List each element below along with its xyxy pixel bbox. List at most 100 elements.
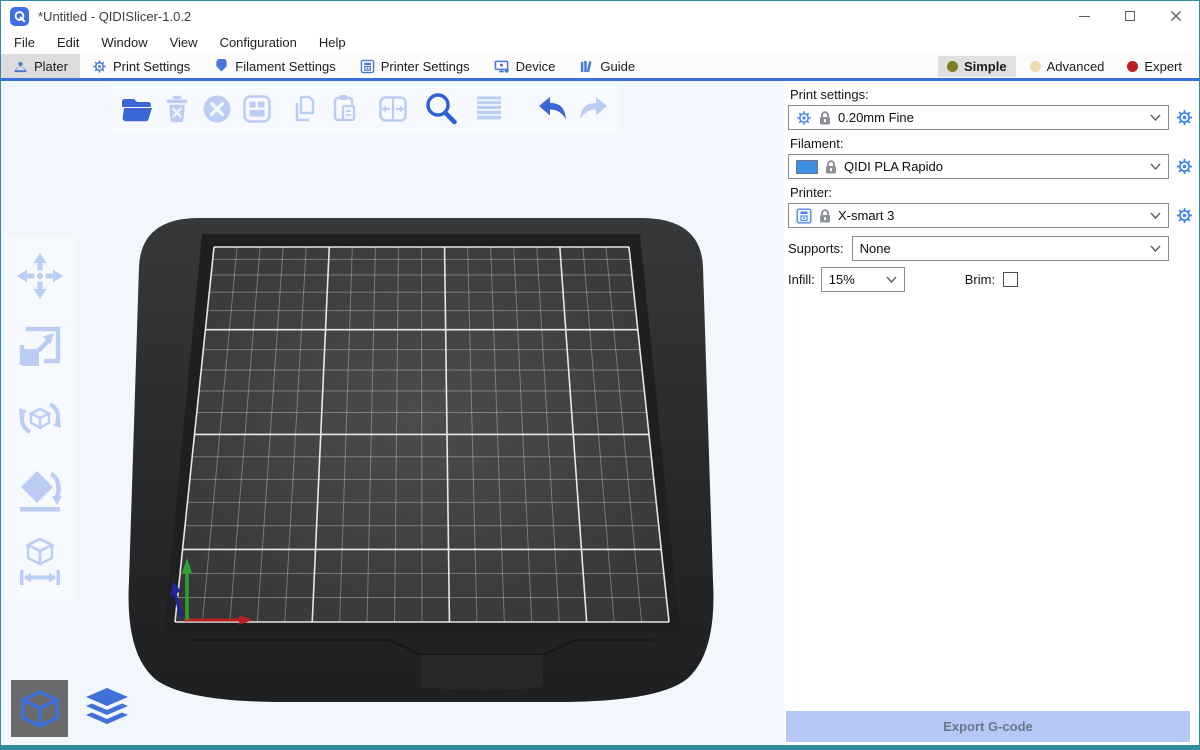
filament-color-swatch xyxy=(796,160,818,174)
preset-gear-icon xyxy=(796,110,812,126)
search-icon xyxy=(421,89,461,129)
move-button[interactable] xyxy=(12,248,68,304)
guide-books-icon xyxy=(579,59,594,74)
supports-label: Supports: xyxy=(788,241,844,256)
edit-printer-button[interactable] xyxy=(1169,207,1193,224)
arrange-button[interactable] xyxy=(237,88,277,130)
variable-layer-height-button[interactable] xyxy=(469,88,509,130)
infill-combo[interactable]: 15% xyxy=(821,267,905,292)
paste-button[interactable] xyxy=(325,88,365,130)
filament-value: QIDI PLA Rapido xyxy=(844,159,943,174)
tab-filament-settings[interactable]: Filament Settings xyxy=(202,54,347,78)
app-logo-icon xyxy=(10,7,29,26)
minimize-button[interactable] xyxy=(1061,1,1107,31)
mode-advanced[interactable]: Advanced xyxy=(1021,56,1114,77)
3d-viewport[interactable] xyxy=(1,81,784,745)
place-on-face-icon xyxy=(14,463,66,515)
split-button[interactable] xyxy=(373,88,413,130)
tab-guide[interactable]: Guide xyxy=(567,54,647,78)
infill-value: 15% xyxy=(829,272,855,287)
menu-file[interactable]: File xyxy=(3,35,46,50)
3d-editor-view-button[interactable] xyxy=(11,680,68,737)
mode-simple[interactable]: Simple xyxy=(938,56,1016,77)
chevron-down-icon xyxy=(1150,245,1161,252)
paste-icon xyxy=(327,91,363,127)
redo-icon xyxy=(573,91,613,127)
printer-combo[interactable]: X-smart 3 xyxy=(788,203,1169,228)
rotate-button[interactable] xyxy=(12,390,68,446)
tab-label: Device xyxy=(516,59,556,74)
filament-icon xyxy=(214,59,229,74)
export-gcode-button[interactable]: Export G-code xyxy=(786,711,1190,742)
layer-height-icon xyxy=(471,91,507,127)
mode-dot xyxy=(1030,61,1041,72)
open-button[interactable] xyxy=(117,88,157,130)
chevron-down-icon xyxy=(886,276,897,283)
delete-button[interactable] xyxy=(157,88,197,130)
open-folder-icon xyxy=(118,91,156,127)
menu-view[interactable]: View xyxy=(159,35,209,50)
build-plate[interactable] xyxy=(1,81,784,745)
scale-button[interactable] xyxy=(12,319,68,375)
tab-plater[interactable]: Plater xyxy=(1,54,80,78)
device-icon xyxy=(494,59,510,74)
print-settings-combo[interactable]: 0.20mm Fine xyxy=(788,105,1169,130)
filament-label: Filament: xyxy=(790,136,1193,151)
view-mode-buttons xyxy=(11,680,135,737)
print-settings-label: Print settings: xyxy=(790,87,1193,102)
mode-expert[interactable]: Expert xyxy=(1118,56,1191,77)
tab-bar: Plater Print Settings Filament Settings xyxy=(1,54,1199,81)
edit-filament-button[interactable] xyxy=(1169,158,1193,175)
measure-icon xyxy=(14,534,66,586)
menu-edit[interactable]: Edit xyxy=(46,35,90,50)
close-button[interactable] xyxy=(1153,1,1199,31)
tab-label: Guide xyxy=(600,59,635,74)
edit-print-settings-button[interactable] xyxy=(1169,109,1193,126)
infill-label: Infill: xyxy=(788,272,815,287)
lock-icon xyxy=(825,160,837,174)
maximize-button[interactable] xyxy=(1107,1,1153,31)
rotate-icon xyxy=(14,392,66,444)
tab-printer-settings[interactable]: Printer Settings xyxy=(348,54,482,78)
filament-combo[interactable]: QIDI PLA Rapido xyxy=(788,154,1169,179)
tab-device[interactable]: Device xyxy=(482,54,568,78)
redo-button[interactable] xyxy=(573,88,613,130)
menu-window[interactable]: Window xyxy=(90,35,158,50)
menu-bar: File Edit Window View Configuration Help xyxy=(1,31,1199,54)
title-bar: *Untitled - QIDISlicer-1.0.2 xyxy=(1,1,1199,31)
minimize-icon xyxy=(1079,16,1090,17)
mode-dot xyxy=(1127,61,1138,72)
print-settings-value: 0.20mm Fine xyxy=(838,110,914,125)
brim-checkbox[interactable] xyxy=(1003,272,1018,287)
chevron-down-icon xyxy=(1150,212,1161,219)
mode-label: Expert xyxy=(1144,59,1182,74)
undo-button[interactable] xyxy=(533,88,573,130)
split-icon xyxy=(375,91,411,127)
printer-settings-icon xyxy=(360,59,375,74)
supports-combo[interactable]: None xyxy=(852,236,1169,261)
maximize-icon xyxy=(1125,11,1135,21)
window-title: *Untitled - QIDISlicer-1.0.2 xyxy=(38,9,191,24)
mode-dot xyxy=(947,61,958,72)
measure-button[interactable] xyxy=(12,532,68,588)
delete-all-button[interactable] xyxy=(197,88,237,130)
menu-configuration[interactable]: Configuration xyxy=(209,35,308,50)
search-button[interactable] xyxy=(421,88,461,130)
scale-icon xyxy=(14,321,66,373)
printer-label: Printer: xyxy=(790,185,1193,200)
tab-label: Printer Settings xyxy=(381,59,470,74)
tab-print-settings[interactable]: Print Settings xyxy=(80,54,202,78)
copy-button[interactable] xyxy=(285,88,325,130)
copy-icon xyxy=(287,91,323,127)
menu-help[interactable]: Help xyxy=(308,35,357,50)
chevron-down-icon xyxy=(1150,114,1161,121)
brim-label: Brim: xyxy=(965,272,995,287)
preview-view-button[interactable] xyxy=(78,680,135,737)
printer-value: X-smart 3 xyxy=(838,208,894,223)
settings-sidebar: Print settings: 0.20mm xyxy=(784,81,1199,745)
print-settings-gear-icon xyxy=(92,59,107,74)
move-icon xyxy=(14,250,66,302)
supports-value: None xyxy=(860,241,891,256)
place-on-face-button[interactable] xyxy=(12,461,68,517)
gear-icon xyxy=(1176,158,1193,175)
